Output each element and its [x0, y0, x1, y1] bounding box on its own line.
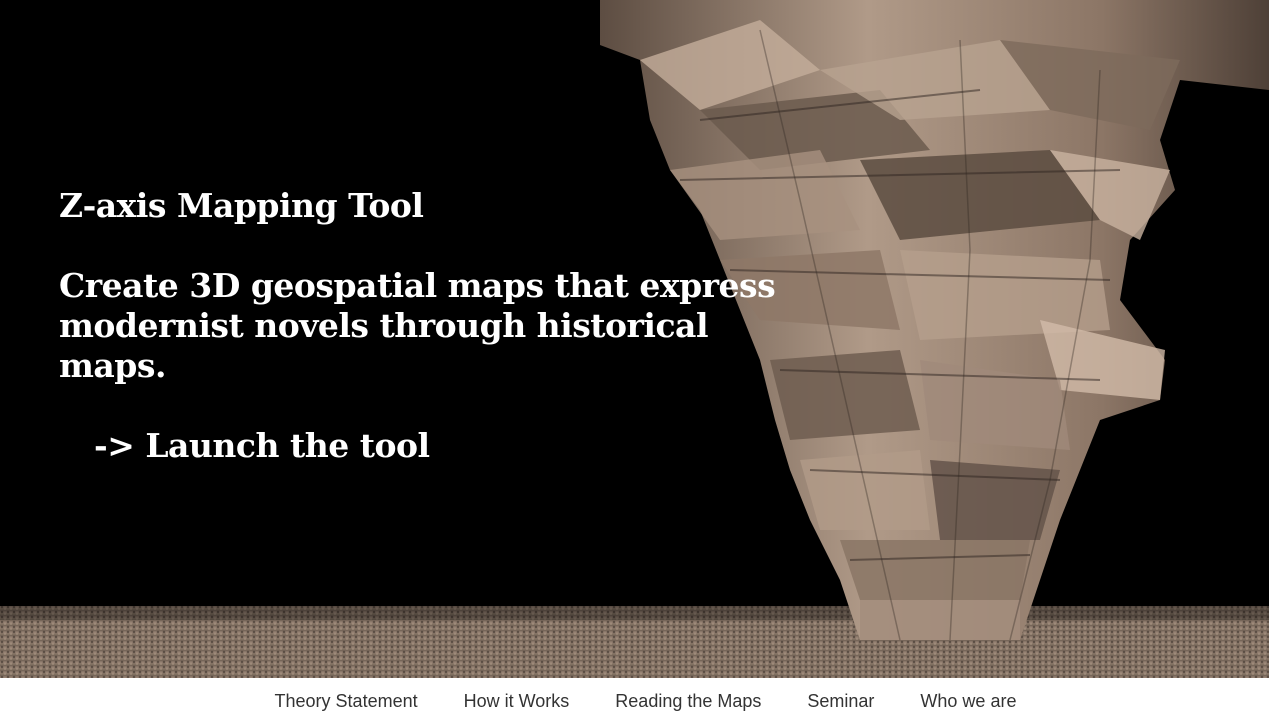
nav-item-how-it-works[interactable]: How it Works	[464, 691, 570, 712]
tagline: Create 3D geospatial maps that express m…	[59, 266, 776, 385]
site-title: Z-axis Mapping Tool	[59, 186, 424, 225]
nav-item-seminar[interactable]: Seminar	[807, 691, 874, 712]
nav-item-who-we-are[interactable]: Who we are	[920, 691, 1016, 712]
hero-text-block: Z-axis Mapping Tool Create 3D geospatial…	[59, 186, 799, 466]
hero-banner: Z-axis Mapping Tool Create 3D geospatial…	[0, 0, 1269, 678]
nav-item-reading-the-maps[interactable]: Reading the Maps	[615, 691, 761, 712]
nav-item-theory-statement[interactable]: Theory Statement	[275, 691, 418, 712]
bottom-nav: Theory Statement How it Works Reading th…	[0, 678, 1269, 724]
launch-tool-link[interactable]: -> Launch the tool	[94, 426, 430, 466]
